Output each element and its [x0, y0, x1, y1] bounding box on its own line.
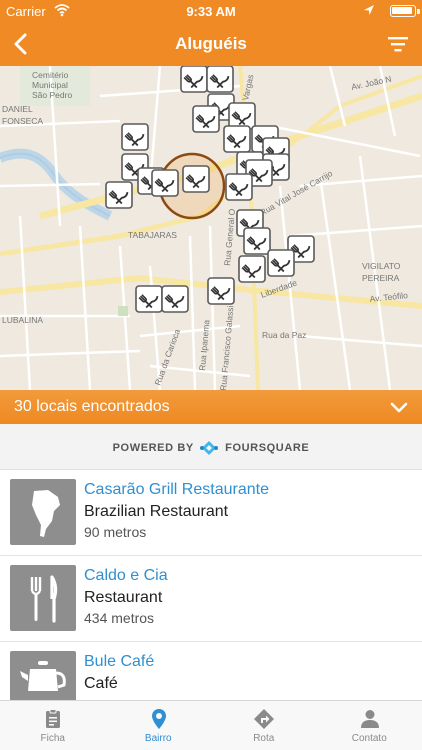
map-label: LUBALINA: [2, 315, 43, 325]
south-america-icon: [10, 479, 76, 545]
filter-icon[interactable]: [386, 32, 410, 56]
clipboard-icon: [46, 709, 60, 728]
place-name[interactable]: Bule Café: [84, 653, 154, 671]
page-title: Aluguéis: [175, 34, 247, 53]
clock: 9:33 AM: [186, 4, 236, 19]
map-pin-icon: [151, 709, 166, 729]
fork-knife-icon: [121, 123, 149, 151]
tab-label: Contato: [351, 733, 387, 744]
battery-icon: [390, 5, 416, 17]
list-item[interactable]: Casarão Grill Restaurante Brazilian Rest…: [0, 470, 422, 556]
place-name[interactable]: Caldo e Cia: [84, 567, 168, 585]
status-bar: Carrier 9:33 AM: [0, 0, 422, 22]
place-distance: 90 metros: [84, 524, 147, 540]
results-toggle-bar[interactable]: 30 locais encontrados: [0, 390, 422, 424]
fork-knife-icon: [192, 105, 220, 133]
map-label: VIGILATO: [362, 261, 401, 271]
map-label: São Pedro: [32, 90, 72, 100]
list-item[interactable]: Bule Café Café: [0, 642, 422, 700]
place-distance: 434 metros: [84, 610, 155, 626]
fork-knife-icon: [243, 227, 271, 255]
tab-rota[interactable]: Rota: [211, 701, 317, 750]
powered-by-banner: POWERED BY FOURSQUARE: [0, 424, 422, 470]
map-label: PEREIRA: [362, 273, 400, 283]
tab-label: Bairro: [144, 733, 172, 744]
map-label: DANIEL: [2, 104, 33, 114]
fork-knife-icon: [223, 125, 251, 153]
tab-label: Ficha: [40, 733, 65, 744]
tab-contato[interactable]: Contato: [317, 701, 422, 750]
location-arrow-icon: [364, 5, 374, 15]
map-label: FONSECA: [2, 116, 43, 126]
place-category: Restaurant: [84, 589, 163, 606]
directions-icon: [254, 709, 274, 729]
chevron-down-icon[interactable]: [390, 398, 408, 416]
powered-by-label: POWERED BY: [112, 442, 194, 454]
place-name[interactable]: Casarão Grill Restaurante: [84, 481, 269, 499]
person-icon: [360, 710, 379, 728]
tab-bairro[interactable]: Bairro: [106, 701, 212, 750]
fork-knife-icon: [105, 181, 133, 209]
place-category: Café: [84, 675, 118, 692]
foursquare-logo-icon: [200, 441, 219, 455]
neighborhood-map[interactable]: Cemitério Municipal São Pedro DANIEL FON…: [0, 66, 422, 390]
map-label: TABAJARAS: [128, 230, 177, 240]
map-label: Municipal: [32, 80, 68, 90]
tab-label: Rota: [253, 733, 275, 744]
foursquare-brand: FOURSQUARE: [225, 442, 310, 454]
fork-knife-icon: [182, 165, 210, 193]
places-list[interactable]: Casarão Grill Restaurante Brazilian Rest…: [0, 470, 422, 700]
fork-knife-icon: [161, 285, 189, 313]
place-category: Brazilian Restaurant: [84, 503, 229, 520]
map-canvas: Cemitério Municipal São Pedro DANIEL FON…: [0, 66, 422, 390]
tab-ficha[interactable]: Ficha: [0, 701, 106, 750]
fork-knife-icon: [151, 169, 179, 197]
fork-knife-icon: [135, 285, 163, 313]
tab-bar: Ficha Bairro Rota Contato: [0, 700, 422, 750]
fork-knife-icon: [267, 249, 295, 277]
fork-knife-icon: [228, 102, 256, 130]
battery-nub: [417, 9, 420, 14]
fork-knife-icon: [238, 255, 266, 283]
results-count: 30 locais encontrados: [14, 398, 170, 415]
fork-knife-icon: [225, 173, 253, 201]
navigation-bar: Aluguéis: [0, 22, 422, 66]
fork-knife-icon: [206, 66, 234, 93]
list-item[interactable]: Caldo e Cia Restaurant 434 metros: [0, 556, 422, 642]
fork-knife-icon: [180, 66, 208, 93]
map-label: Rua da Paz: [262, 330, 306, 340]
fork-knife-icon: [207, 277, 235, 305]
teapot-icon: [10, 651, 76, 700]
fork-knife-icon: [10, 565, 76, 631]
map-label: Cemitério: [32, 70, 69, 80]
